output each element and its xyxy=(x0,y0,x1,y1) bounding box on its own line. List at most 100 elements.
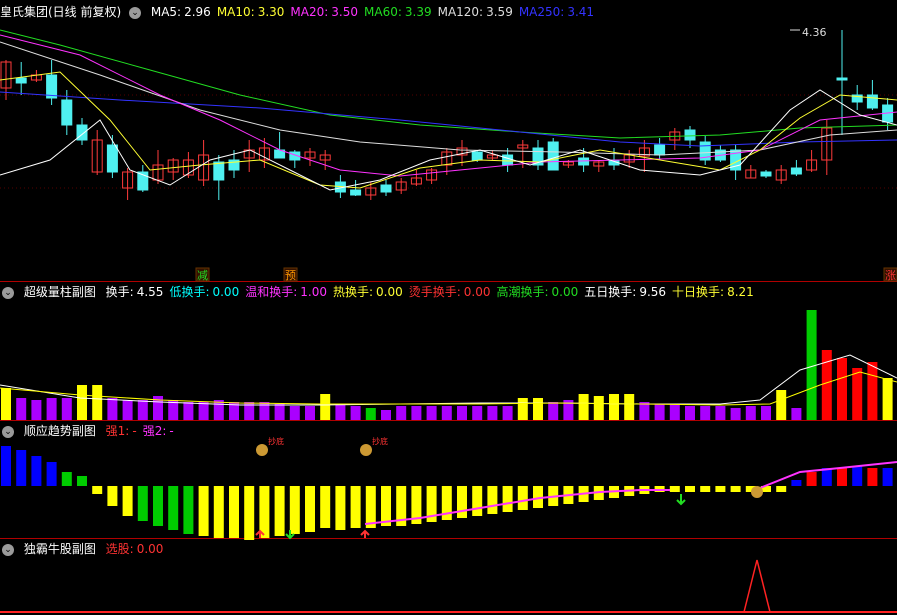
turnover-5d-line xyxy=(0,354,897,406)
volume-bar xyxy=(761,406,771,420)
trend-bar xyxy=(487,486,498,514)
volume-bar xyxy=(92,385,103,420)
trend-bar xyxy=(335,486,346,530)
volume-bar xyxy=(183,402,194,420)
volume-bar xyxy=(1,388,11,420)
ma20-line xyxy=(0,34,897,177)
trend-bar xyxy=(213,486,224,538)
trend-bar xyxy=(1,446,11,486)
trend-bar xyxy=(685,486,695,492)
volume-bar xyxy=(335,404,346,420)
high-price-label: 4.36 xyxy=(802,26,827,39)
down-arrow-icon xyxy=(676,494,686,506)
volume-bar xyxy=(289,406,300,420)
volume-bar xyxy=(320,394,331,420)
signal-marker-text: 涨 xyxy=(885,269,896,282)
trend-bar xyxy=(153,486,163,526)
volume-bar xyxy=(198,402,209,420)
trend-bar xyxy=(77,476,87,486)
trend-bar xyxy=(715,486,726,492)
volume-bar xyxy=(137,400,148,420)
volume-bar xyxy=(107,398,118,420)
up-arrow-icon xyxy=(360,529,370,538)
volume-bar xyxy=(502,406,513,420)
volume-bar xyxy=(654,404,665,420)
trend-bar xyxy=(198,486,209,536)
candle-down xyxy=(15,77,27,84)
trend-bar xyxy=(244,486,255,540)
volume-bar xyxy=(715,406,726,420)
volume-bar xyxy=(77,385,87,420)
volume-bar xyxy=(61,398,72,420)
trend-bar xyxy=(457,486,467,518)
candle-down xyxy=(61,99,73,126)
trend-bar xyxy=(730,486,741,492)
candle-down xyxy=(654,144,666,156)
money-bag-icon xyxy=(360,444,372,456)
volume-bar xyxy=(213,400,224,420)
trend-bar xyxy=(806,472,817,486)
volume-bar xyxy=(305,406,315,420)
candle-down xyxy=(46,74,58,99)
trend-bar xyxy=(791,480,802,486)
trend-bar xyxy=(122,486,133,516)
volume-bar xyxy=(791,408,802,420)
volume-bar xyxy=(624,394,635,420)
volume-bar xyxy=(700,406,711,420)
trend-bar xyxy=(776,486,787,492)
volume-bar xyxy=(669,404,680,420)
candle-down xyxy=(380,184,392,193)
trend-bar xyxy=(320,486,331,528)
volume-bar xyxy=(639,402,650,420)
trend-bar xyxy=(669,486,680,492)
trend-bar xyxy=(350,486,361,528)
ma250-line xyxy=(0,91,897,147)
turnover-10d-line xyxy=(0,371,897,406)
stock-chart-canvas[interactable]: 4.36 减 预 涨抄底 抄底 xyxy=(0,0,897,615)
volume-bar xyxy=(609,394,619,420)
trend-bar xyxy=(517,486,528,510)
volume-bar xyxy=(16,398,27,420)
volume-bar xyxy=(882,378,893,420)
candle-down xyxy=(213,161,225,181)
volume-bar xyxy=(426,406,437,420)
candle-down xyxy=(836,77,848,81)
volume-bar xyxy=(411,406,422,420)
trend-bar xyxy=(852,466,863,486)
volume-bar xyxy=(487,406,498,420)
trend-bar xyxy=(137,486,148,521)
candle-down xyxy=(547,141,559,171)
trend-bar xyxy=(882,468,893,486)
volume-bar xyxy=(396,406,407,420)
trend-bar xyxy=(867,468,878,486)
trend-bar xyxy=(16,450,27,486)
volume-bar xyxy=(776,390,787,420)
bull-signal-spike xyxy=(743,559,771,613)
volume-bar xyxy=(533,398,543,420)
trend-bar xyxy=(472,486,483,516)
volume-bar xyxy=(31,400,42,420)
trend-bar xyxy=(168,486,179,530)
volume-bar xyxy=(578,394,589,420)
ma10-line xyxy=(0,71,897,189)
trend-bar xyxy=(61,472,72,486)
volume-bar xyxy=(46,398,57,420)
trend-bar xyxy=(31,456,42,486)
volume-bar xyxy=(365,408,376,420)
trend-bar xyxy=(305,486,315,532)
trend-bar xyxy=(837,468,847,486)
money-bag-icon xyxy=(256,444,268,456)
trend-bar xyxy=(821,468,832,486)
buy-signal-label: 抄底 xyxy=(372,436,388,446)
trend-bar xyxy=(92,486,103,494)
volume-bar xyxy=(457,406,467,420)
trend-bar xyxy=(700,486,711,492)
volume-bar xyxy=(548,402,559,420)
volume-bar xyxy=(837,358,847,420)
trend-bar xyxy=(502,486,513,512)
trend-bar xyxy=(183,486,194,534)
volume-bar xyxy=(730,408,741,420)
candle-down xyxy=(350,189,362,196)
trend-bar xyxy=(229,486,239,538)
volume-bar xyxy=(472,406,483,420)
